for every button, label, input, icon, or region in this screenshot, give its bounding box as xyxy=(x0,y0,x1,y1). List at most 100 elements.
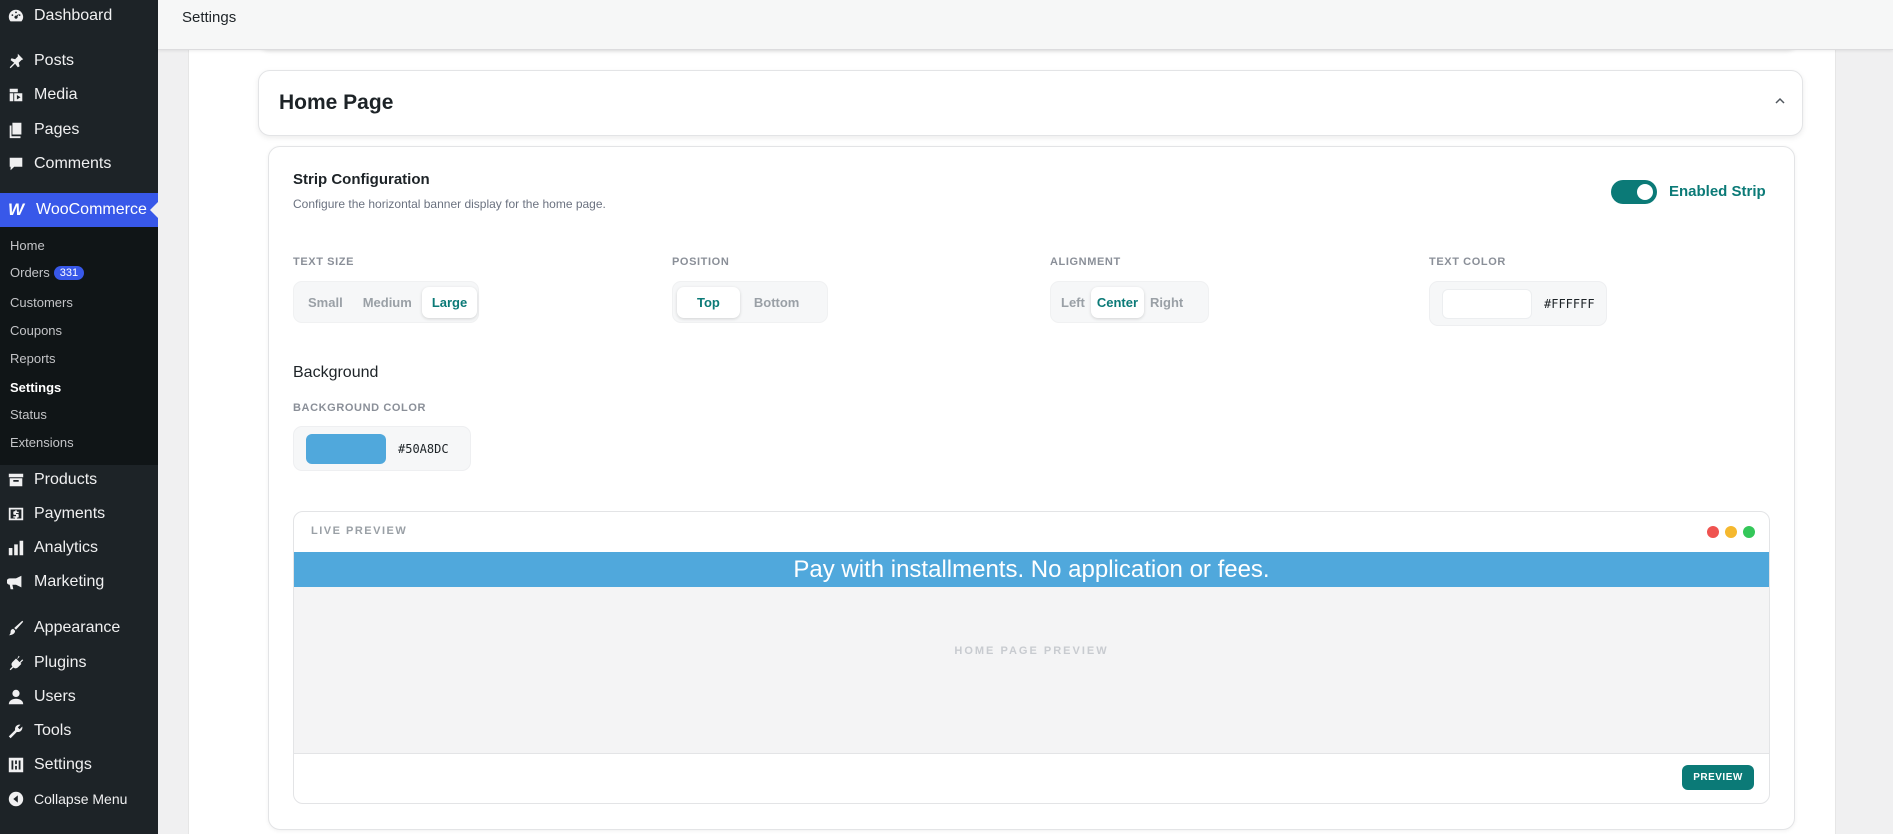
user-icon xyxy=(6,687,26,707)
preview-strip-banner: Pay with installments. No application or… xyxy=(294,552,1769,587)
text-color-label: TEXT COLOR xyxy=(1429,256,1506,268)
menu-label: WooCommerce xyxy=(36,201,147,218)
chevron-up-icon[interactable] xyxy=(1772,93,1788,109)
sliders-icon xyxy=(6,755,26,775)
text-size-label: TEXT SIZE xyxy=(293,256,355,268)
text-color-picker[interactable]: #FFFFFF xyxy=(1429,281,1607,326)
home-page-section-header[interactable]: Home Page xyxy=(258,70,1803,136)
strip-configuration-card: Strip Configuration Configure the horizo… xyxy=(268,146,1795,830)
plug-icon xyxy=(6,653,26,673)
text-size-selector: Small Medium Large xyxy=(293,281,479,323)
enabled-strip-toggle[interactable] xyxy=(1611,180,1657,204)
menu-item-dashboard[interactable]: Dashboard xyxy=(0,1,158,31)
background-color-picker[interactable]: #50A8DC xyxy=(293,426,471,471)
menu-item-comments[interactable]: Comments xyxy=(0,149,158,179)
bar-chart-icon xyxy=(6,538,26,558)
submenu-label: Settings xyxy=(10,380,62,395)
menu-item-tools[interactable]: Tools xyxy=(0,716,158,746)
position-top-option[interactable]: Top xyxy=(677,286,740,318)
menu-item-settings[interactable]: Settings xyxy=(0,750,158,780)
pin-icon xyxy=(6,51,26,71)
archive-icon xyxy=(6,470,26,490)
submenu-item-reports[interactable]: Reports xyxy=(10,351,56,366)
section-title: Home Page xyxy=(279,91,394,114)
background-color-label: BACKGROUND COLOR xyxy=(293,402,427,414)
preview-button[interactable]: PREVIEW xyxy=(1682,765,1754,790)
menu-item-products[interactable]: Products xyxy=(0,465,158,495)
alignment-label: ALIGNMENT xyxy=(1050,256,1121,268)
toggle-knob xyxy=(1637,184,1653,200)
alignment-selector: Left Center Right xyxy=(1050,281,1209,323)
menu-label: Media xyxy=(34,86,78,103)
menu-label: Products xyxy=(34,471,98,488)
text-color-swatch[interactable] xyxy=(1442,288,1532,319)
background-title: Background xyxy=(293,364,379,381)
submenu-item-status[interactable]: Status xyxy=(10,407,47,422)
menu-label: Plugins xyxy=(34,654,87,671)
menu-item-marketing[interactable]: Marketing xyxy=(0,567,158,597)
pages-icon xyxy=(6,120,26,140)
submenu-label: Home xyxy=(10,238,45,253)
menu-label: Comments xyxy=(34,155,112,172)
collapse-icon xyxy=(6,789,26,809)
menu-item-payments[interactable]: Payments xyxy=(0,499,158,529)
menu-label: Posts xyxy=(34,52,75,69)
live-preview-panel: LIVE PREVIEW Pay with installments. No a… xyxy=(293,511,1770,804)
background-color-swatch[interactable] xyxy=(306,433,386,464)
submenu-item-settings[interactable]: Settings xyxy=(10,380,61,395)
menu-label: Analytics xyxy=(34,539,99,556)
text-size-medium-option[interactable]: Medium xyxy=(353,287,422,318)
position-bottom-option[interactable]: Bottom xyxy=(740,287,814,318)
enabled-strip-label: Enabled Strip xyxy=(1669,183,1766,200)
submenu-label: Extensions xyxy=(10,435,74,450)
menu-item-woocommerce[interactable]: W WooCommerce xyxy=(0,193,158,227)
media-icon xyxy=(6,85,26,105)
text-size-small-option[interactable]: Small xyxy=(298,287,353,318)
submenu-item-customers[interactable]: Customers xyxy=(10,295,73,310)
window-dot-green xyxy=(1743,526,1755,538)
submenu-label: Customers xyxy=(10,295,73,310)
orders-count-badge: 331 xyxy=(53,265,85,280)
menu-item-posts[interactable]: Posts xyxy=(0,46,158,76)
menu-item-appearance[interactable]: Appearance xyxy=(0,613,158,643)
wrench-icon xyxy=(6,721,26,741)
submenu-label: Reports xyxy=(10,351,56,366)
brush-icon xyxy=(6,618,26,638)
submenu-item-coupons[interactable]: Coupons xyxy=(10,323,62,338)
preview-strip-text: Pay with installments. No application or… xyxy=(793,555,1270,583)
menu-item-analytics[interactable]: Analytics xyxy=(0,533,158,563)
menu-label: Marketing xyxy=(34,573,105,590)
alignment-center-option[interactable]: Center xyxy=(1090,286,1145,318)
submenu-item-orders[interactable]: Orders 331 xyxy=(10,265,85,280)
menu-item-pages[interactable]: Pages xyxy=(0,115,158,145)
woocommerce-logo-icon: W xyxy=(7,200,25,219)
alignment-left-option[interactable]: Left xyxy=(1055,287,1091,318)
background-color-hex: #50A8DC xyxy=(398,441,449,456)
menu-item-plugins[interactable]: Plugins xyxy=(0,648,158,678)
window-dot-red xyxy=(1707,526,1719,538)
position-label: POSITION xyxy=(672,256,730,268)
woocommerce-submenu: Home Orders 331 Customers Coupons Reports… xyxy=(0,227,158,465)
admin-sidebar: Dashboard Posts Media Pages Comments W W… xyxy=(0,0,158,834)
menu-item-media[interactable]: Media xyxy=(0,80,158,110)
submenu-label: Orders xyxy=(10,265,50,280)
dashboard-icon xyxy=(6,6,26,26)
comment-icon xyxy=(6,154,26,174)
text-size-large-option[interactable]: Large xyxy=(421,286,478,318)
strip-config-description: Configure the horizontal banner display … xyxy=(293,197,606,211)
menu-label: Users xyxy=(34,688,76,705)
menu-label: Appearance xyxy=(34,619,121,636)
menu-label: Dashboard xyxy=(34,7,113,24)
submenu-item-home[interactable]: Home xyxy=(10,238,45,253)
menu-label: Payments xyxy=(34,505,106,522)
submenu-item-extensions[interactable]: Extensions xyxy=(10,435,74,450)
home-page-preview-placeholder: HOME PAGE PREVIEW xyxy=(954,645,1109,657)
text-color-hex: #FFFFFF xyxy=(1544,296,1595,311)
collapse-menu-button[interactable]: Collapse Menu xyxy=(0,784,158,814)
menu-label: Tools xyxy=(34,722,72,739)
megaphone-icon xyxy=(6,572,26,592)
menu-item-users[interactable]: Users xyxy=(0,682,158,712)
menu-label: Pages xyxy=(34,121,80,138)
strip-config-title: Strip Configuration xyxy=(293,171,430,188)
alignment-right-option[interactable]: Right xyxy=(1144,287,1189,318)
